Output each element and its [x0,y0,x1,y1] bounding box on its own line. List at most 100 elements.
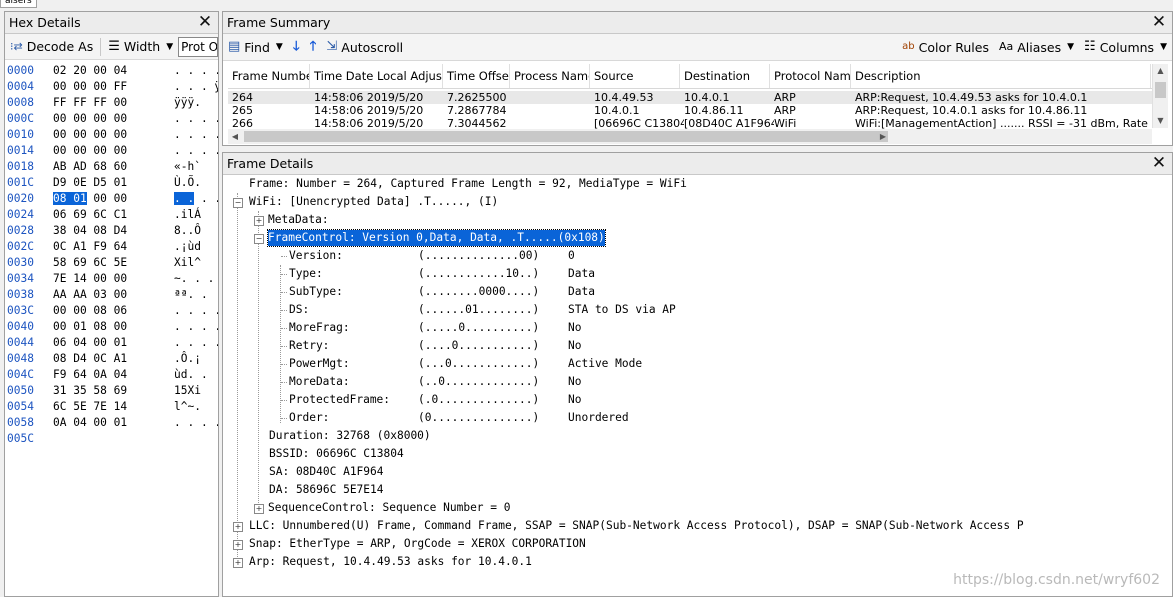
hex-row[interactable]: 0034 7E 14 00 00 ~. . . [7,271,214,287]
hex-row[interactable]: 0004 00 00 00 FF. . . ÿ [7,79,218,95]
hex-row[interactable]: 001C D9 0E D5 01 Ù.Õ. [7,175,201,191]
hex-row[interactable]: 0058 0A 04 00 01. . . . [7,415,218,431]
table-row[interactable]: 265 14:58:06 2019/5/20 7.2867784 10.4.0.1 10… [228,104,1152,117]
hex-bytes[interactable]: 00 00 00 00 [53,127,174,143]
column-header[interactable]: Destination [680,64,770,88]
column-header[interactable]: Time Offset [443,64,510,88]
hex-bytes[interactable]: 06 69 6C C1 [53,207,174,223]
color-rules-button[interactable]: ab Color Rules [897,40,994,55]
hex-row[interactable]: 0038 AA AA 03 00 ªª. . [7,287,208,303]
selected-ascii[interactable]: . . [174,192,195,205]
tree-node-llc[interactable]: LLC: Unnumbered(U) Frame, Command Frame,… [249,517,1024,535]
hex-ascii[interactable]: 15Xi [174,383,201,399]
field-name[interactable]: MoreData: [289,373,350,391]
hex-ascii[interactable]: . . . . [174,319,218,335]
hex-ascii[interactable]: ùd. . [174,367,208,383]
scroll-up-icon[interactable]: ▲ [1153,64,1168,78]
tree-node-frame[interactable]: Frame: Number = 264, Captured Frame Leng… [249,175,687,193]
tree-node-framecontrol[interactable]: FrameControl: Version 0,Data, Data, .T..… [267,229,606,247]
hex-ascii[interactable]: . . . ÿ [174,79,218,95]
hex-bytes[interactable]: 00 00 00 00 [53,143,174,159]
column-header[interactable]: Description [851,64,1151,88]
hex-ascii[interactable]: 8..Ô [174,223,201,239]
field-name[interactable]: ProtectedFrame: [289,391,390,409]
tree-node-da[interactable]: DA: 58696C 5E7E14 [269,481,384,499]
hex-row[interactable]: 0048 08 D4 0C A1 .Ô.¡ [7,351,201,367]
hex-bytes[interactable]: 08 D4 0C A1 [53,351,174,367]
tree-node-arp[interactable]: Arp: Request, 10.4.49.53 asks for 10.4.0… [249,553,532,571]
hex-bytes[interactable]: 08 01 00 00 [53,191,174,207]
expand-icon[interactable]: + [233,522,243,532]
parsers-tab[interactable]: alsers [0,0,37,8]
column-header[interactable]: Source [590,64,680,88]
hex-ascii[interactable]: «-h` [174,159,201,175]
hex-ascii[interactable]: ~. . . [174,271,214,287]
hex-row[interactable]: 0000 02 20 00 04. . . . [7,63,218,79]
hex-bytes[interactable]: F9 64 0A 04 [53,367,174,383]
hex-row[interactable]: 0030 58 69 6C 5E Xil^ [7,255,201,271]
tree-node-sequencecontrol[interactable]: SequenceControl: Sequence Number = 0 [268,499,510,517]
scrollbar-thumb[interactable] [1155,82,1166,98]
hex-grid[interactable]: 0000 02 20 00 04. . . . 0004 00 00 00 FF. .… [5,61,218,596]
hex-row[interactable]: 004C F9 64 0A 04 ùd. . [7,367,208,383]
hex-bytes[interactable]: 7E 14 00 00 [53,271,174,287]
columns-button[interactable]: ☷ Columns ▼ [1079,40,1172,55]
hex-row[interactable]: 000C 00 00 00 00. . . . [7,111,218,127]
hex-row[interactable]: 0054 6C 5E 7E 14 l^~. [7,399,201,415]
hex-ascii[interactable]: Xil^ [174,255,201,271]
hex-ascii[interactable]: . . . . [174,303,218,319]
field-name[interactable]: Type: [289,265,323,283]
column-header[interactable]: Protocol Name [770,64,851,88]
tree-node-metadata[interactable]: MetaData: [268,211,329,229]
hex-row[interactable]: 0028 38 04 08 D4 8..Ô [7,223,201,239]
horizontal-scrollbar[interactable]: ◀ ▶ [228,129,1152,144]
tree-node-duration[interactable]: Duration: 32768 (0x8000) [269,427,431,445]
collapse-icon[interactable]: − [254,234,264,244]
hex-row[interactable]: 002C 0C A1 F9 64 .¡ùd [7,239,201,255]
hex-row[interactable]: 0050 31 35 58 69 15Xi [7,383,201,399]
close-icon[interactable]: ✕ [197,14,213,31]
tree-node-sa[interactable]: SA: 08D40C A1F964 [269,463,384,481]
field-name[interactable]: Order: [289,409,329,427]
field-name[interactable]: Version: [289,247,343,265]
hex-bytes[interactable]: 02 20 00 04 [53,63,174,79]
hex-ascii[interactable]: .Ô.¡ [174,351,201,367]
hex-ascii[interactable]: . . . . [174,335,218,351]
column-header[interactable]: Process Name [510,64,590,88]
column-header[interactable]: Frame Number [228,64,310,88]
hex-ascii[interactable]: .ilÁ [174,207,201,223]
hex-bytes[interactable]: 0A 04 00 01 [53,415,174,431]
prot-offset-button[interactable]: Prot O [178,36,218,57]
expand-icon[interactable]: + [254,216,264,226]
close-icon[interactable]: ✕ [1151,14,1167,31]
hex-row[interactable]: 0018 AB AD 68 60 «-h` [7,159,201,175]
find-next-button[interactable]: 🡓 [288,40,305,54]
field-name[interactable]: MoreFrag: [289,319,350,337]
hex-ascii[interactable]: l^~. [174,399,201,415]
hex-ascii[interactable]: Ù.Õ. [174,175,201,191]
hex-row[interactable]: 0040 00 01 08 00. . . . [7,319,218,335]
hex-bytes[interactable]: 0C A1 F9 64 [53,239,174,255]
scrollbar-thumb[interactable] [244,131,888,142]
field-name[interactable]: PowerMgt: [289,355,350,373]
hex-bytes[interactable]: AA AA 03 00 [53,287,174,303]
aliases-button[interactable]: Aa Aliases ▼ [994,40,1079,55]
column-header[interactable]: Time Date Local Adjusted [310,64,443,88]
hex-row[interactable]: 0024 06 69 6C C1 .ilÁ [7,207,201,223]
decode-as-button[interactable]: ⁝⇄ Decode As [5,39,98,54]
expand-icon[interactable]: + [233,558,243,568]
hex-bytes[interactable]: D9 0E D5 01 [53,175,174,191]
field-name[interactable]: Retry: [289,337,329,355]
hex-row[interactable]: 005C [7,431,174,447]
collapse-icon[interactable]: − [233,198,243,208]
hex-bytes[interactable]: 00 01 08 00 [53,319,174,335]
hex-bytes[interactable]: 6C 5E 7E 14 [53,399,174,415]
expand-icon[interactable]: + [254,504,264,514]
hex-ascii[interactable]: . . . . [174,143,218,159]
scroll-right-icon[interactable]: ▶ [876,129,890,144]
hex-row[interactable]: 0010 00 00 00 00. . . . [7,127,218,143]
hex-bytes[interactable]: 00 00 00 FF [53,79,174,95]
field-name[interactable]: DS: [289,301,309,319]
tree-node-bssid[interactable]: BSSID: 06696C C13804 [269,445,404,463]
hex-ascii[interactable]: ÿÿÿ. [174,95,201,111]
